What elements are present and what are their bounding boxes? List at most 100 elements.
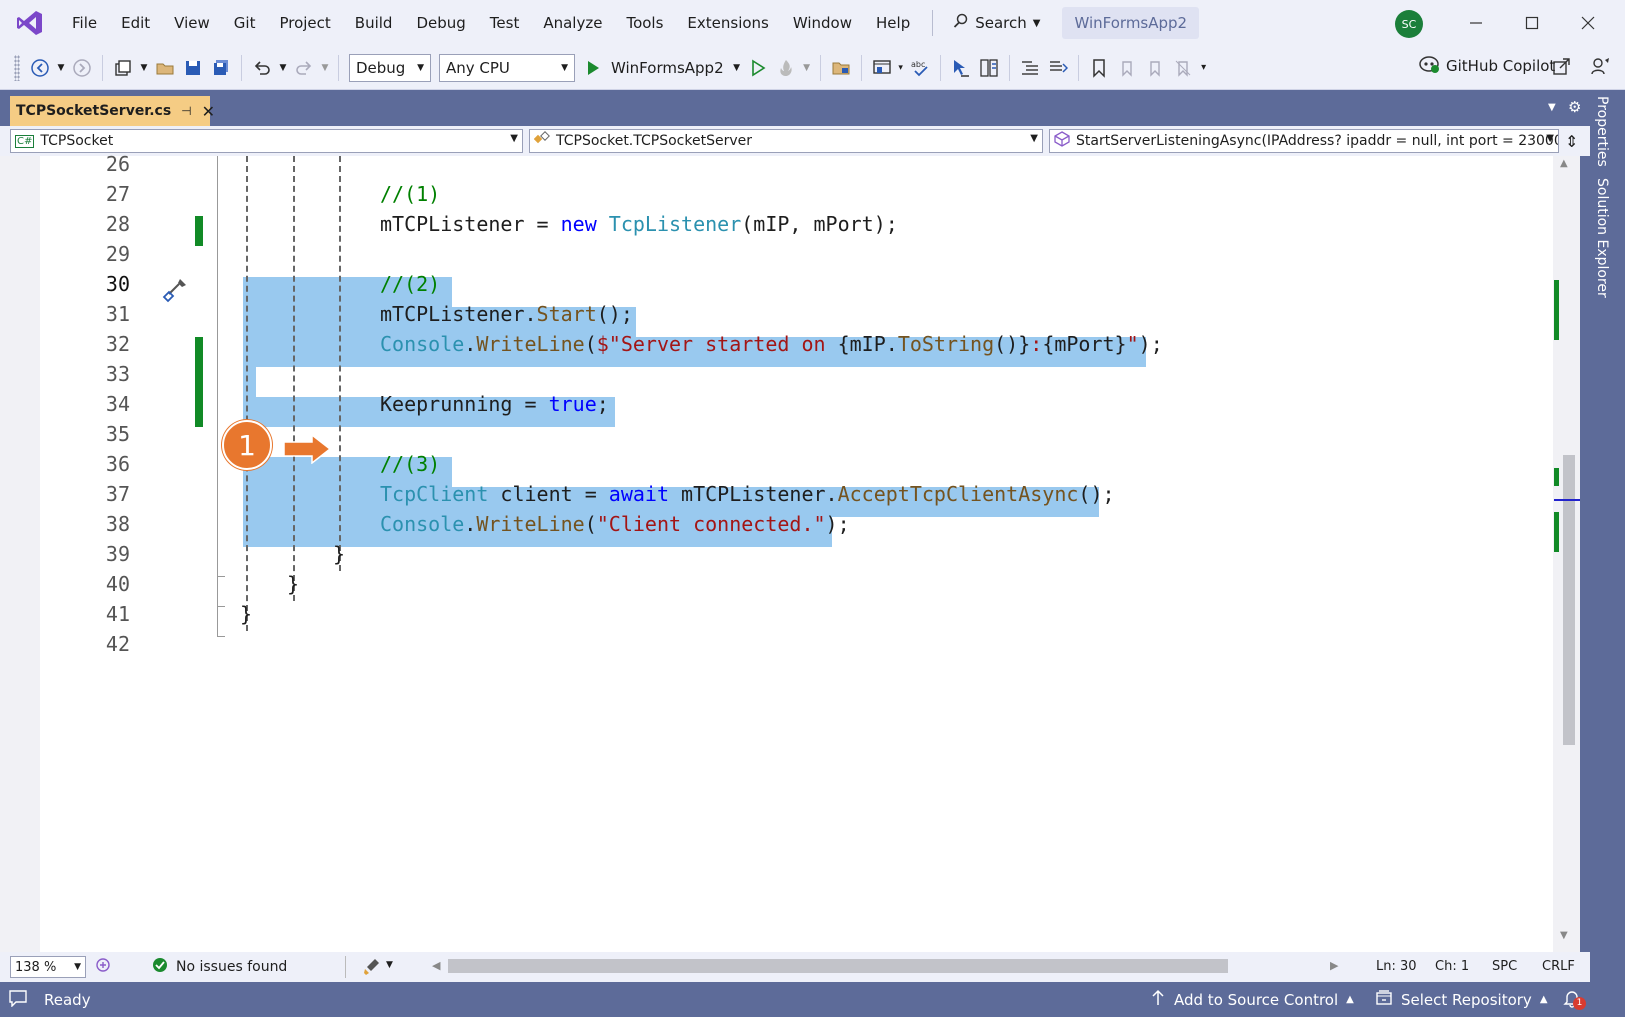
open-folder-icon[interactable]	[151, 54, 179, 82]
tab-tcpsocketserver[interactable]: TCPSocketServer.cs ⊣ ✕	[10, 96, 215, 126]
live-visual-tree-icon[interactable]	[975, 54, 1003, 82]
gear-icon[interactable]: ⚙	[1568, 98, 1581, 116]
side-tool-windows: Properties Solution Explorer	[1590, 90, 1625, 982]
outline-tick	[217, 636, 225, 637]
menu-view[interactable]: View	[162, 0, 222, 46]
comment-lines-icon[interactable]	[1016, 54, 1044, 82]
close-button[interactable]	[1560, 0, 1616, 46]
chevron-down-icon[interactable]: ▼	[386, 960, 393, 970]
properties-side-tab[interactable]: Properties	[1594, 96, 1610, 167]
share-icon[interactable]	[1552, 56, 1572, 80]
type-dropdown[interactable]: TCPSocket.TCPSocketServer ▼	[529, 129, 1043, 153]
menu-project[interactable]: Project	[267, 0, 342, 46]
dropdown-arrow-icon[interactable]: ▼	[54, 54, 68, 82]
project-value: TCPSocket	[40, 133, 114, 149]
run-target-label[interactable]: WinFormsApp2	[611, 59, 724, 77]
zoom-dropdown[interactable]: 138 % ▼	[10, 956, 86, 978]
scroll-down-icon[interactable]: ▼	[1560, 930, 1568, 941]
menu-window[interactable]: Window	[781, 0, 864, 46]
menu-test[interactable]: Test	[478, 0, 532, 46]
menu-extensions[interactable]: Extensions	[675, 0, 780, 46]
clear-bookmarks-icon[interactable]	[1169, 54, 1197, 82]
dropdown-arrow-icon[interactable]: ▼	[137, 54, 151, 82]
toolbar-separator	[1077, 54, 1079, 81]
menu-build[interactable]: Build	[343, 0, 405, 46]
menu-help[interactable]: Help	[864, 0, 922, 46]
browser-link-icon[interactable]	[868, 54, 896, 82]
search-label: Search	[975, 14, 1027, 32]
quick-actions-icon[interactable]	[160, 275, 190, 309]
code-brace: }	[287, 572, 300, 596]
solution-platform-dropdown[interactable]: Any CPU ▼	[439, 53, 575, 82]
split-window-icon[interactable]: ⇕	[1565, 132, 1578, 151]
bookmark-icon[interactable]	[1085, 54, 1113, 82]
search-button[interactable]: Search ▼	[943, 13, 1050, 33]
save-icon[interactable]	[179, 54, 207, 82]
code-method: ToString	[897, 332, 995, 356]
line-indicator[interactable]: Ln: 30	[1376, 952, 1417, 982]
code-interpolation: ()}	[994, 332, 1031, 356]
select-element-icon[interactable]	[947, 54, 975, 82]
horizontal-scrollbar-thumb[interactable]	[448, 959, 1228, 973]
project-dropdown[interactable]: C# TCPSocket ▼	[10, 129, 523, 153]
solution-configuration-dropdown[interactable]: Debug ▼	[349, 53, 431, 82]
code-editor[interactable]: 26 27 28 29 30 31 32 33 34 35 36 37 38 3…	[0, 152, 1580, 952]
menu-edit[interactable]: Edit	[109, 0, 162, 46]
feedback-icon[interactable]	[1590, 56, 1610, 80]
scroll-right-icon[interactable]: ▶	[1330, 959, 1338, 972]
new-project-icon[interactable]	[109, 54, 137, 82]
github-copilot-button[interactable]: GitHub Copilot	[1418, 54, 1555, 78]
menu-git[interactable]: Git	[222, 0, 268, 46]
select-repository-button[interactable]: Select Repository ▲	[1375, 982, 1548, 1017]
ai-suggestions-icon[interactable]	[94, 956, 112, 978]
code-line-27: //(1)	[380, 182, 440, 206]
code-text: client =	[488, 482, 609, 506]
maximize-button[interactable]	[1504, 0, 1560, 46]
whitespace-indicator[interactable]: SPC	[1492, 952, 1517, 982]
close-tab-icon[interactable]: ✕	[202, 102, 215, 121]
navigate-back-icon[interactable]	[26, 54, 54, 82]
navigate-forward-icon[interactable]	[68, 54, 96, 82]
code-text: Keeprunning =	[380, 392, 549, 416]
code-cleanup-icon[interactable]	[362, 957, 382, 981]
minimize-button[interactable]	[1448, 0, 1504, 46]
dropdown-arrow-icon[interactable]: ▼	[318, 54, 332, 82]
start-without-debugging-icon[interactable]	[744, 54, 772, 82]
save-all-icon[interactable]	[207, 54, 235, 82]
add-to-source-control-button[interactable]: Add to Source Control ▲	[1150, 982, 1354, 1017]
spell-check-icon[interactable]: abc	[906, 54, 934, 82]
solution-explorer-side-tab[interactable]: Solution Explorer	[1594, 178, 1610, 298]
member-dropdown[interactable]: StartServerListeningAsync(IPAddress? ipa…	[1049, 129, 1559, 153]
previous-bookmark-icon[interactable]	[1113, 54, 1141, 82]
status-separator	[345, 956, 346, 978]
line-number: 33	[105, 362, 130, 386]
menu-analyze[interactable]: Analyze	[531, 0, 614, 46]
hot-reload-icon[interactable]	[772, 54, 800, 82]
toolbar-overflow-icon[interactable]: ▾	[1197, 54, 1211, 82]
pin-icon[interactable]: ⊣	[181, 104, 191, 118]
column-indicator[interactable]: Ch: 1	[1435, 952, 1469, 982]
issues-indicator[interactable]: No issues found	[152, 957, 287, 977]
notifications-button[interactable]: 1	[1562, 982, 1586, 1017]
uncomment-lines-icon[interactable]	[1044, 54, 1072, 82]
solution-explorer-folder-icon[interactable]	[827, 54, 855, 82]
indicator-margin[interactable]	[0, 156, 40, 952]
avatar[interactable]: SC	[1395, 10, 1423, 38]
start-debugging-icon[interactable]	[579, 54, 607, 82]
status-bar: Ready Add to Source Control ▲ Select Rep…	[0, 982, 1625, 1017]
redo-icon[interactable]	[290, 54, 318, 82]
dropdown-arrow-icon[interactable]: ▾	[896, 54, 906, 82]
menu-file[interactable]: File	[60, 0, 109, 46]
dropdown-arrow-icon[interactable]: ▼	[800, 54, 814, 82]
menu-debug[interactable]: Debug	[404, 0, 477, 46]
undo-icon[interactable]	[248, 54, 276, 82]
dropdown-arrow-icon[interactable]: ▼	[276, 54, 290, 82]
line-ending-indicator[interactable]: CRLF	[1542, 952, 1575, 982]
next-bookmark-icon[interactable]	[1141, 54, 1169, 82]
scroll-up-icon[interactable]: ▲	[1560, 158, 1568, 169]
tab-list-dropdown-icon[interactable]: ▼	[1548, 102, 1556, 113]
dropdown-arrow-icon[interactable]: ▼	[730, 54, 744, 82]
scroll-left-icon[interactable]: ◀	[432, 959, 440, 972]
toolbar-grip[interactable]	[14, 54, 20, 81]
menu-tools[interactable]: Tools	[614, 0, 675, 46]
